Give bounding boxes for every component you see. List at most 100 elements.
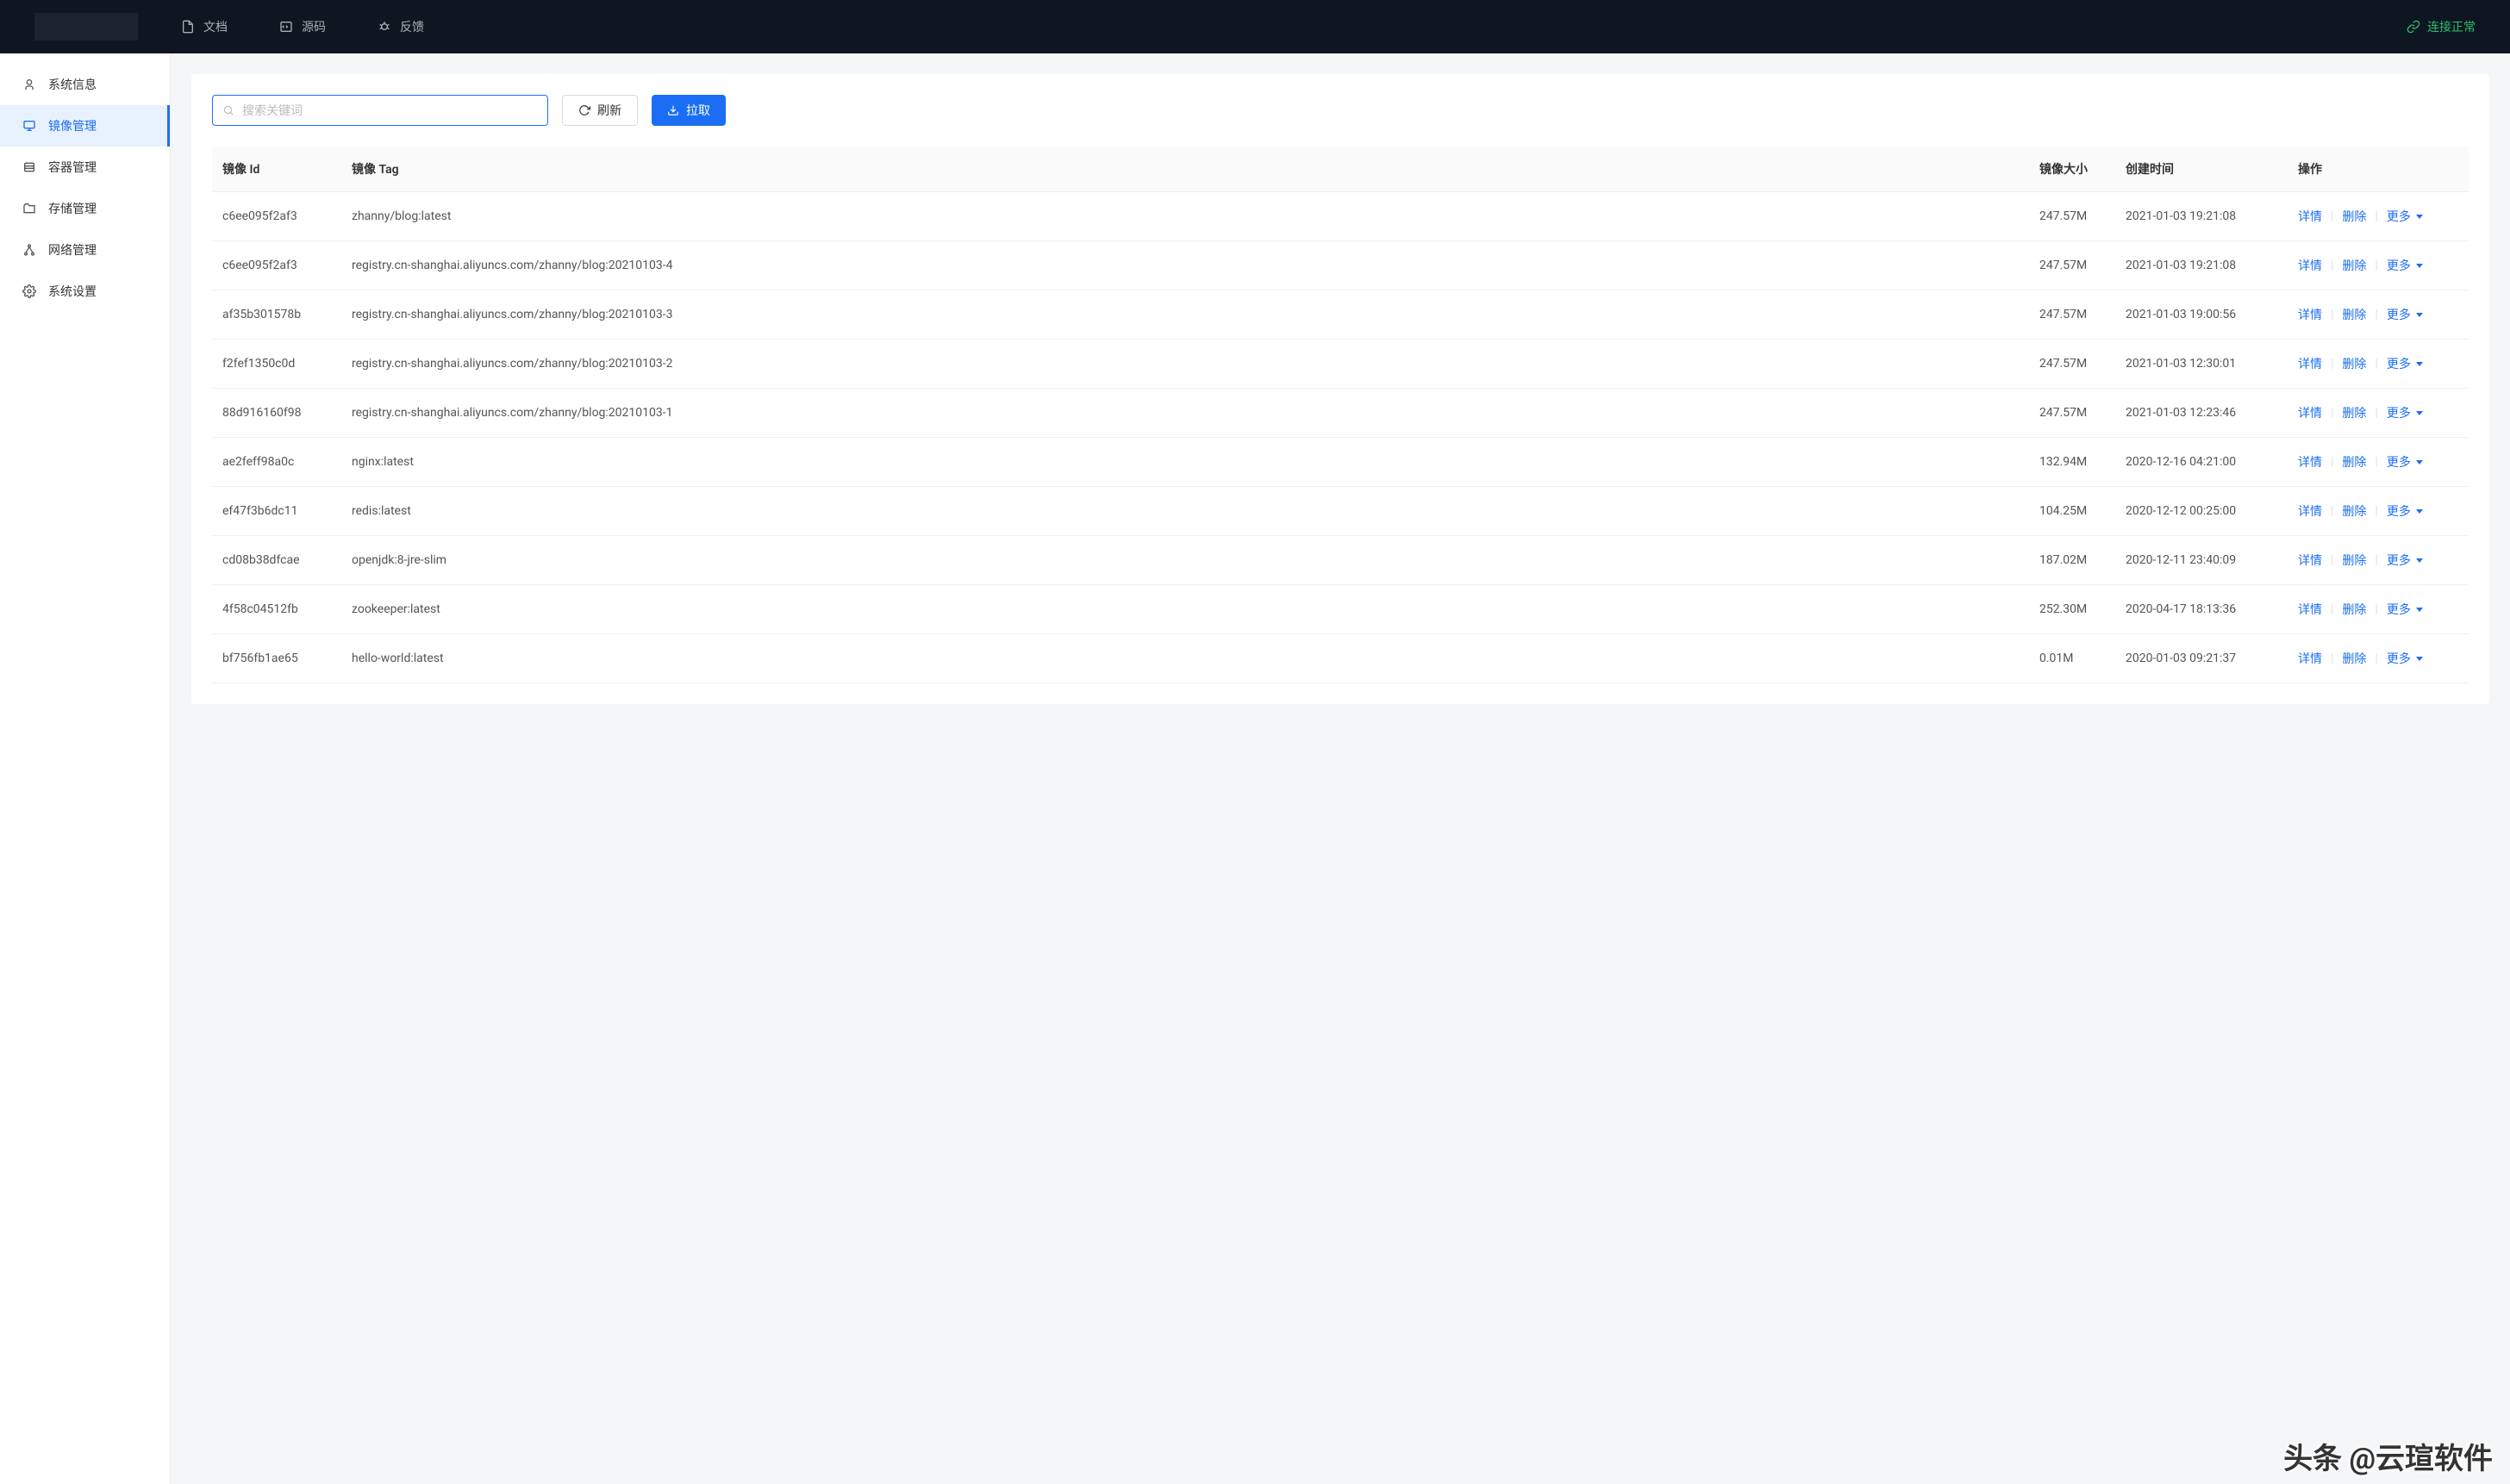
table-row: ae2feff98a0cnginx:latest132.94M2020-12-1… (212, 438, 2469, 487)
cell-created: 2020-12-11 23:40:09 (2115, 536, 2288, 585)
action-more[interactable]: 更多 (2387, 552, 2423, 569)
action-delete[interactable]: 删除 (2342, 552, 2366, 569)
cell-size: 132.94M (2029, 438, 2115, 487)
action-detail[interactable]: 详情 (2298, 404, 2322, 421)
cell-size: 104.25M (2029, 487, 2115, 536)
cell-created: 2020-12-16 04:21:00 (2115, 438, 2288, 487)
cell-size: 187.02M (2029, 536, 2115, 585)
action-more[interactable]: 更多 (2387, 502, 2423, 520)
separator: | (2331, 209, 2333, 223)
table-row: c6ee095f2af3zhanny/blog:latest247.57M202… (212, 192, 2469, 241)
action-detail[interactable]: 详情 (2298, 306, 2322, 323)
chevron-down-icon (2416, 313, 2423, 317)
cell-id: c6ee095f2af3 (212, 241, 341, 290)
cell-tag: registry.cn-shanghai.aliyuncs.com/zhanny… (341, 290, 2029, 340)
chevron-down-icon (2416, 215, 2423, 219)
search-input[interactable] (212, 95, 548, 126)
action-delete[interactable]: 删除 (2342, 453, 2366, 471)
pull-label: 拉取 (686, 102, 710, 119)
action-delete[interactable]: 删除 (2342, 601, 2366, 618)
action-more[interactable]: 更多 (2387, 404, 2423, 421)
link-icon (2407, 20, 2420, 34)
action-more[interactable]: 更多 (2387, 601, 2423, 618)
separator: | (2331, 553, 2333, 567)
cell-tag: registry.cn-shanghai.aliyuncs.com/zhanny… (341, 340, 2029, 389)
separator: | (2375, 308, 2377, 321)
cell-created: 2021-01-03 19:00:56 (2115, 290, 2288, 340)
cell-tag: registry.cn-shanghai.aliyuncs.com/zhanny… (341, 241, 2029, 290)
pull-button[interactable]: 拉取 (652, 95, 726, 126)
cell-actions: 详情|删除|更多 (2288, 389, 2469, 438)
chevron-down-icon (2416, 558, 2423, 563)
cell-id: 88d916160f98 (212, 389, 341, 438)
file-icon (181, 20, 195, 34)
separator: | (2331, 652, 2333, 665)
logo[interactable] (34, 13, 138, 41)
refresh-label: 刷新 (597, 102, 621, 119)
action-detail[interactable]: 详情 (2298, 453, 2322, 471)
action-delete[interactable]: 删除 (2342, 650, 2366, 667)
action-detail[interactable]: 详情 (2298, 257, 2322, 274)
separator: | (2331, 504, 2333, 518)
sidebar-item-image-mgmt[interactable]: 镜像管理 (0, 105, 170, 147)
cell-id: c6ee095f2af3 (212, 192, 341, 241)
action-more[interactable]: 更多 (2387, 453, 2423, 471)
cell-actions: 详情|删除|更多 (2288, 192, 2469, 241)
action-more[interactable]: 更多 (2387, 208, 2423, 225)
refresh-button[interactable]: 刷新 (562, 95, 638, 126)
sidebar-item-container-mgmt[interactable]: 容器管理 (0, 147, 170, 188)
action-more[interactable]: 更多 (2387, 650, 2423, 667)
action-more[interactable]: 更多 (2387, 257, 2423, 274)
action-detail[interactable]: 详情 (2298, 552, 2322, 569)
separator: | (2331, 602, 2333, 616)
action-delete[interactable]: 删除 (2342, 306, 2366, 323)
separator: | (2331, 455, 2333, 469)
sidebar-item-label: 容器管理 (48, 159, 97, 176)
cell-size: 247.57M (2029, 340, 2115, 389)
action-detail[interactable]: 详情 (2298, 208, 2322, 225)
sidebar-item-label: 系统设置 (48, 283, 97, 300)
action-more[interactable]: 更多 (2387, 306, 2423, 323)
cell-tag: hello-world:latest (341, 634, 2029, 683)
search-wrap (212, 95, 548, 126)
cell-created: 2021-01-03 12:30:01 (2115, 340, 2288, 389)
cell-size: 247.57M (2029, 290, 2115, 340)
cell-id: af35b301578b (212, 290, 341, 340)
cell-created: 2020-01-03 09:21:37 (2115, 634, 2288, 683)
action-detail[interactable]: 详情 (2298, 502, 2322, 520)
separator: | (2375, 553, 2377, 567)
action-delete[interactable]: 删除 (2342, 257, 2366, 274)
table-row: cd08b38dfcaeopenjdk:8-jre-slim187.02M202… (212, 536, 2469, 585)
table-row: bf756fb1ae65hello-world:latest0.01M2020-… (212, 634, 2469, 683)
nav-docs[interactable]: 文档 (181, 18, 228, 35)
action-detail[interactable]: 详情 (2298, 355, 2322, 372)
table-row: 88d916160f98registry.cn-shanghai.aliyunc… (212, 389, 2469, 438)
cell-size: 247.57M (2029, 241, 2115, 290)
action-detail[interactable]: 详情 (2298, 601, 2322, 618)
action-delete[interactable]: 删除 (2342, 208, 2366, 225)
sidebar-item-storage-mgmt[interactable]: 存储管理 (0, 188, 170, 229)
action-detail[interactable]: 详情 (2298, 650, 2322, 667)
action-delete[interactable]: 删除 (2342, 404, 2366, 421)
search-icon (222, 104, 234, 116)
action-more[interactable]: 更多 (2387, 355, 2423, 372)
sidebar-item-system-settings[interactable]: 系统设置 (0, 271, 170, 312)
sidebar-item-network-mgmt[interactable]: 网络管理 (0, 229, 170, 271)
separator: | (2375, 259, 2377, 272)
cell-created: 2020-04-17 18:13:36 (2115, 585, 2288, 634)
images-table: 镜像 Id 镜像 Tag 镜像大小 创建时间 操作 c6ee095f2af3zh… (212, 147, 2469, 683)
chevron-down-icon (2416, 460, 2423, 465)
action-delete[interactable]: 删除 (2342, 502, 2366, 520)
cell-tag: zookeeper:latest (341, 585, 2029, 634)
cell-created: 2020-12-12 00:25:00 (2115, 487, 2288, 536)
sidebar-item-system-info[interactable]: 系统信息 (0, 64, 170, 105)
chevron-down-icon (2416, 657, 2423, 661)
nav-source[interactable]: 源码 (279, 18, 326, 35)
cell-tag: nginx:latest (341, 438, 2029, 487)
cell-actions: 详情|删除|更多 (2288, 487, 2469, 536)
separator: | (2331, 308, 2333, 321)
action-delete[interactable]: 删除 (2342, 355, 2366, 372)
header-nav: 文档 源码 反馈 (181, 18, 2407, 35)
col-header-actions: 操作 (2288, 147, 2469, 192)
nav-feedback[interactable]: 反馈 (378, 18, 424, 35)
